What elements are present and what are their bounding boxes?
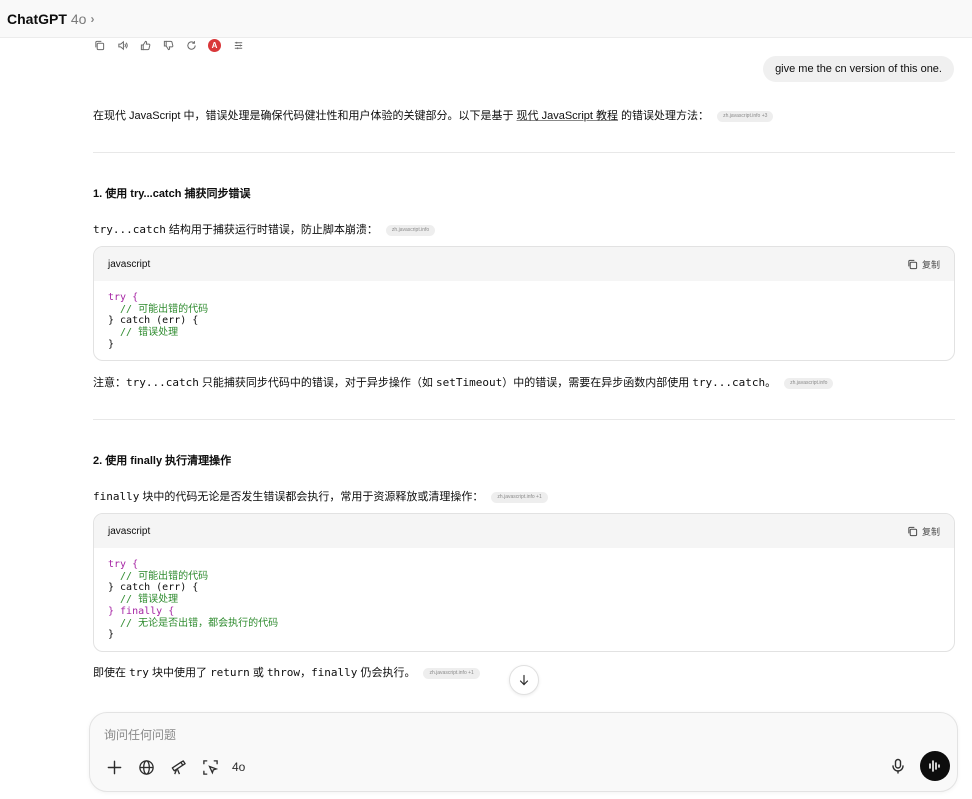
- code-line: }: [108, 338, 115, 350]
- code-block-header: javascript 复制: [94, 514, 954, 548]
- code-line: } catch (err) {: [108, 315, 199, 327]
- copy-icon: [908, 259, 918, 269]
- intro-text-end: 的错误处理方法：: [618, 110, 710, 122]
- divider: [93, 152, 955, 153]
- code-block-2: javascript 复制 try { // 可能出错的代码 } catch (…: [93, 513, 955, 652]
- inline-code: throw: [266, 666, 301, 679]
- citation-chip[interactable]: zh.javascript.info +1: [491, 491, 548, 503]
- citation-chip[interactable]: zh.javascript.info +1: [423, 667, 480, 679]
- citation-chip[interactable]: zh.javascript.info: [385, 224, 436, 236]
- description-text: 块中的代码无论是否发生错误都会执行，常用于资源释放或清理操作：: [139, 491, 484, 503]
- code-line: try {: [108, 559, 139, 570]
- inline-code: finally: [93, 490, 140, 503]
- code-line: // 错误处理: [108, 327, 179, 339]
- app-name: ChatGPT: [7, 10, 67, 27]
- inline-code: finally: [311, 666, 358, 679]
- prompt-input[interactable]: [104, 727, 704, 743]
- section-2-heading: 2. 使用 finally 执行清理操作: [93, 455, 232, 467]
- message-actions: A: [93, 39, 244, 52]
- description-text: 结构用于捕获运行时错误，防止脚本崩溃：: [165, 224, 378, 236]
- inline-code: try: [129, 666, 149, 679]
- model-version: 4o: [70, 10, 87, 27]
- speaker-icon[interactable]: [116, 40, 128, 52]
- note-text: ）中的错误，需要在异步函数内部使用: [502, 377, 693, 389]
- model-label[interactable]: 4o: [232, 757, 245, 777]
- intro-text: 在现代 JavaScript 中，错误处理是确保代码健壮性和用户体验的关键部分。…: [93, 110, 517, 122]
- copy-code-button[interactable]: 复制: [907, 258, 940, 271]
- user-message-text: give me the cn version of this one.: [775, 63, 942, 75]
- copy-label: 复制: [921, 259, 940, 270]
- section-1-heading: 1. 使用 try...catch 捕获同步错误: [93, 188, 251, 200]
- more-icon[interactable]: [232, 40, 244, 52]
- code-line: // 无论是否出错，都会执行的代码: [108, 617, 279, 629]
- inline-code: setTimeout: [435, 376, 503, 389]
- voice-mode-button[interactable]: [920, 751, 950, 781]
- select-area-icon[interactable]: [200, 757, 220, 777]
- scroll-to-bottom-button[interactable]: [509, 665, 539, 695]
- code-body: try { // 可能出错的代码 } catch (err) { // 错误处理…: [94, 548, 954, 651]
- copy-icon: [908, 526, 918, 536]
- thumbs-down-icon[interactable]: [162, 40, 174, 52]
- note-text: 即使在: [93, 667, 130, 679]
- section-2-description: finally 块中的代码无论是否发生错误都会执行，常用于资源释放或清理操作： z…: [93, 490, 548, 504]
- divider: [93, 419, 955, 420]
- code-line: } catch (err) {: [108, 582, 199, 594]
- code-language: javascript: [108, 258, 151, 270]
- note-text: 注意：: [93, 377, 126, 389]
- code-body: try { // 可能出错的代码 } catch (err) { // 错误处理…: [94, 281, 954, 360]
- extension-icon[interactable]: A: [208, 39, 221, 52]
- composer: 4o: [89, 712, 958, 792]
- code-line: // 错误处理: [108, 594, 179, 606]
- refresh-icon[interactable]: [185, 40, 197, 52]
- copy-label: 复制: [921, 526, 940, 537]
- plus-icon[interactable]: [104, 757, 124, 777]
- note-text: 。: [765, 377, 777, 389]
- intro-link[interactable]: 现代 JavaScript 教程: [517, 110, 618, 122]
- code-line: // 可能出错的代码: [108, 570, 209, 582]
- note-text: ，: [300, 667, 312, 679]
- microphone-icon[interactable]: [890, 758, 908, 776]
- composer-tools: 4o: [104, 757, 245, 777]
- code-line: try {: [108, 292, 139, 303]
- code-language: javascript: [108, 525, 151, 537]
- code-line: }: [108, 629, 115, 641]
- top-bar: ChatGPT 4o ›: [0, 0, 972, 38]
- section-2-note: 即使在 try 块中使用了 return 或 throw，finally 仍会执…: [93, 666, 480, 680]
- globe-icon[interactable]: [136, 757, 156, 777]
- note-text: 块中使用了: [148, 667, 211, 679]
- code-line: } finally {: [108, 605, 175, 617]
- chevron-right-icon: ›: [90, 11, 95, 26]
- note-text: 或: [249, 667, 267, 679]
- note-text: 仍会执行。: [357, 667, 416, 679]
- copy-code-button[interactable]: 复制: [907, 525, 940, 538]
- model-selector[interactable]: ChatGPT 4o ›: [7, 11, 94, 27]
- code-line: // 可能出错的代码: [108, 303, 209, 315]
- copy-icon[interactable]: [93, 40, 105, 52]
- citation-chip[interactable]: zh.javascript.info: [784, 377, 834, 389]
- waveform-icon: [929, 760, 940, 772]
- citation-chip[interactable]: zh.javascript.info +3: [717, 110, 774, 122]
- user-message-bubble: give me the cn version of this one.: [763, 56, 954, 82]
- thumbs-up-icon[interactable]: [139, 40, 151, 52]
- inline-code: try...catch: [126, 376, 199, 389]
- inline-code: return: [210, 666, 250, 679]
- inline-code: try...catch: [93, 223, 166, 236]
- note-text: 只能捕获同步代码中的错误，对于异步操作（如: [198, 377, 436, 389]
- telescope-icon[interactable]: [168, 757, 188, 777]
- section-1-description: try...catch 结构用于捕获运行时错误，防止脚本崩溃： zh.javasc…: [93, 223, 436, 237]
- section-1-note: 注意：try...catch 只能捕获同步代码中的错误，对于异步操作（如 set…: [93, 376, 834, 390]
- inline-code: try...catch: [692, 376, 766, 389]
- code-block-1: javascript 复制 try { // 可能出错的代码 } catch (…: [93, 246, 955, 361]
- code-block-header: javascript 复制: [94, 247, 954, 281]
- arrow-down-icon: [519, 674, 529, 686]
- intro-paragraph: 在现代 JavaScript 中，错误处理是确保代码健壮性和用户体验的关键部分。…: [93, 109, 774, 123]
